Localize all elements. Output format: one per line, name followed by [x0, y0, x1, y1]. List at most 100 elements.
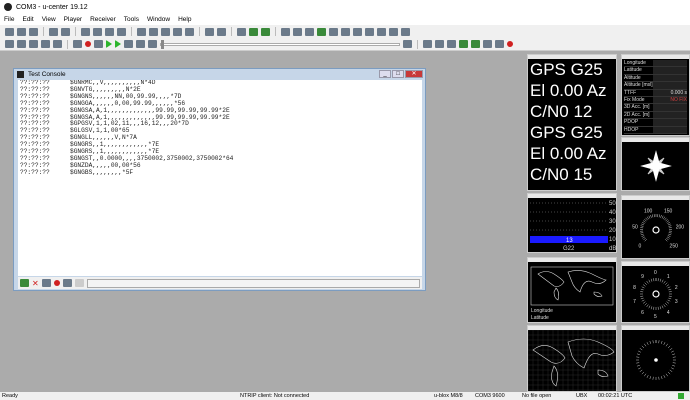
info-value — [653, 82, 687, 89]
record-icon[interactable] — [85, 41, 91, 47]
cold-start-icon[interactable] — [447, 40, 456, 48]
gear-icon[interactable] — [507, 41, 513, 47]
autobaud-icon[interactable] — [29, 40, 38, 48]
send-icon[interactable] — [74, 279, 84, 287]
paste-icon[interactable] — [105, 27, 114, 36]
view-icon[interactable] — [137, 27, 146, 36]
pause-icon[interactable] — [94, 40, 103, 48]
info-row: Longitude — [624, 60, 687, 68]
step-forward-icon[interactable] — [136, 40, 145, 48]
panel-icon[interactable] — [389, 27, 398, 36]
panel-icon[interactable] — [329, 27, 338, 36]
panel-icon[interactable] — [317, 27, 326, 36]
dial-tick — [650, 278, 653, 282]
save-icon[interactable] — [17, 27, 26, 36]
dial-label: 2 — [675, 285, 678, 291]
filter-icon[interactable] — [41, 279, 51, 287]
menu-edit[interactable]: Edit — [22, 16, 33, 23]
clear-icon[interactable]: ✕ — [32, 279, 39, 288]
chart-icon[interactable] — [261, 27, 270, 36]
open-icon[interactable] — [29, 27, 38, 36]
console-log[interactable]: ??:??:?? $GNRMC,,V,,,,,,,,,,N*4D??:??:?? $… — [18, 80, 422, 276]
menu-receiver[interactable]: Receiver — [90, 16, 116, 23]
dial-tick — [665, 239, 668, 242]
window-icon[interactable] — [217, 27, 226, 36]
dial-tick — [667, 286, 671, 289]
info-label: 2D Acc. [m] — [624, 111, 650, 118]
dial-tick — [666, 236, 670, 239]
info-label: Altitude — [624, 74, 641, 81]
dial-tick — [646, 342, 649, 345]
status-port[interactable]: COM3 9600 — [475, 393, 505, 399]
dial-tick — [639, 369, 643, 372]
eject-icon[interactable] — [73, 40, 82, 48]
antenna-icon[interactable] — [53, 40, 62, 48]
info-value — [653, 67, 687, 74]
settings-icon[interactable] — [117, 27, 126, 36]
poll-icon[interactable] — [41, 40, 50, 48]
dial-label: 6 — [641, 310, 644, 316]
panel-icon[interactable] — [353, 27, 362, 36]
print-icon[interactable] — [49, 27, 58, 36]
panel-icon[interactable] — [377, 27, 386, 36]
gear-icon[interactable] — [483, 40, 492, 48]
dial-tick — [665, 373, 668, 377]
command-input[interactable] — [86, 278, 420, 288]
console-icon[interactable] — [281, 27, 290, 36]
warm-start-icon[interactable] — [435, 40, 444, 48]
connection-icon[interactable] — [5, 40, 14, 48]
preview-icon[interactable] — [61, 27, 70, 36]
menu-file[interactable]: File — [4, 16, 14, 23]
world-map-panel: Longitude Latitude — [527, 257, 617, 323]
menu-window[interactable]: Window — [147, 16, 170, 23]
stop-icon[interactable] — [53, 280, 60, 286]
view-icon[interactable] — [161, 27, 170, 36]
lock-icon[interactable] — [20, 279, 29, 287]
tool-icon[interactable] — [459, 40, 468, 48]
window-icon[interactable] — [205, 27, 214, 36]
save-log-icon[interactable] — [62, 279, 72, 287]
new-icon[interactable] — [5, 27, 14, 36]
play-icon[interactable] — [106, 40, 112, 48]
panel-icon[interactable] — [365, 27, 374, 36]
status-ntrip[interactable]: NTRIP client: Not connected — [240, 393, 309, 399]
status-protocol: UBX — [576, 393, 588, 399]
fast-forward-icon[interactable] — [115, 40, 121, 48]
tool-icon[interactable] — [471, 40, 480, 48]
layout-icon[interactable] — [173, 27, 182, 36]
step-back-icon[interactable] — [124, 40, 133, 48]
cut-icon[interactable] — [81, 27, 90, 36]
info-label: 3D Acc. [m] — [624, 104, 650, 111]
panel-icon[interactable] — [401, 27, 410, 36]
menu-view[interactable]: View — [42, 16, 56, 23]
panel-icon[interactable] — [341, 27, 350, 36]
close-button[interactable]: ✕ — [405, 70, 423, 78]
layout-icon[interactable] — [185, 27, 194, 36]
maximize-button[interactable]: □ — [392, 70, 404, 78]
menu-tools[interactable]: Tools — [124, 16, 139, 23]
menu-help[interactable]: Help — [178, 16, 191, 23]
baudrate-icon[interactable] — [17, 40, 26, 48]
sat-line: El 0.00 Az — [530, 144, 607, 163]
chart-icon[interactable] — [237, 27, 246, 36]
dial-tick — [644, 303, 647, 306]
dial-tick — [641, 371, 645, 375]
playback-slider[interactable] — [160, 39, 400, 49]
view-icon[interactable] — [149, 27, 158, 36]
dial-tick — [642, 236, 646, 239]
copy-icon[interactable] — [93, 27, 102, 36]
rewind-icon[interactable] — [148, 40, 157, 48]
grid-icon[interactable] — [293, 27, 302, 36]
gear-icon[interactable] — [495, 40, 504, 48]
continents — [537, 270, 607, 301]
chart-icon[interactable] — [249, 27, 258, 36]
end-icon[interactable] — [403, 40, 412, 48]
slider-thumb[interactable] — [161, 39, 164, 49]
dial-tick — [667, 299, 671, 302]
menu-player[interactable]: Player — [64, 16, 82, 23]
minimize-button[interactable]: _ — [379, 70, 391, 78]
dial-tick — [648, 305, 651, 309]
dial-tick — [668, 225, 672, 227]
hot-start-icon[interactable] — [423, 40, 432, 48]
panel-icon[interactable] — [305, 27, 314, 36]
